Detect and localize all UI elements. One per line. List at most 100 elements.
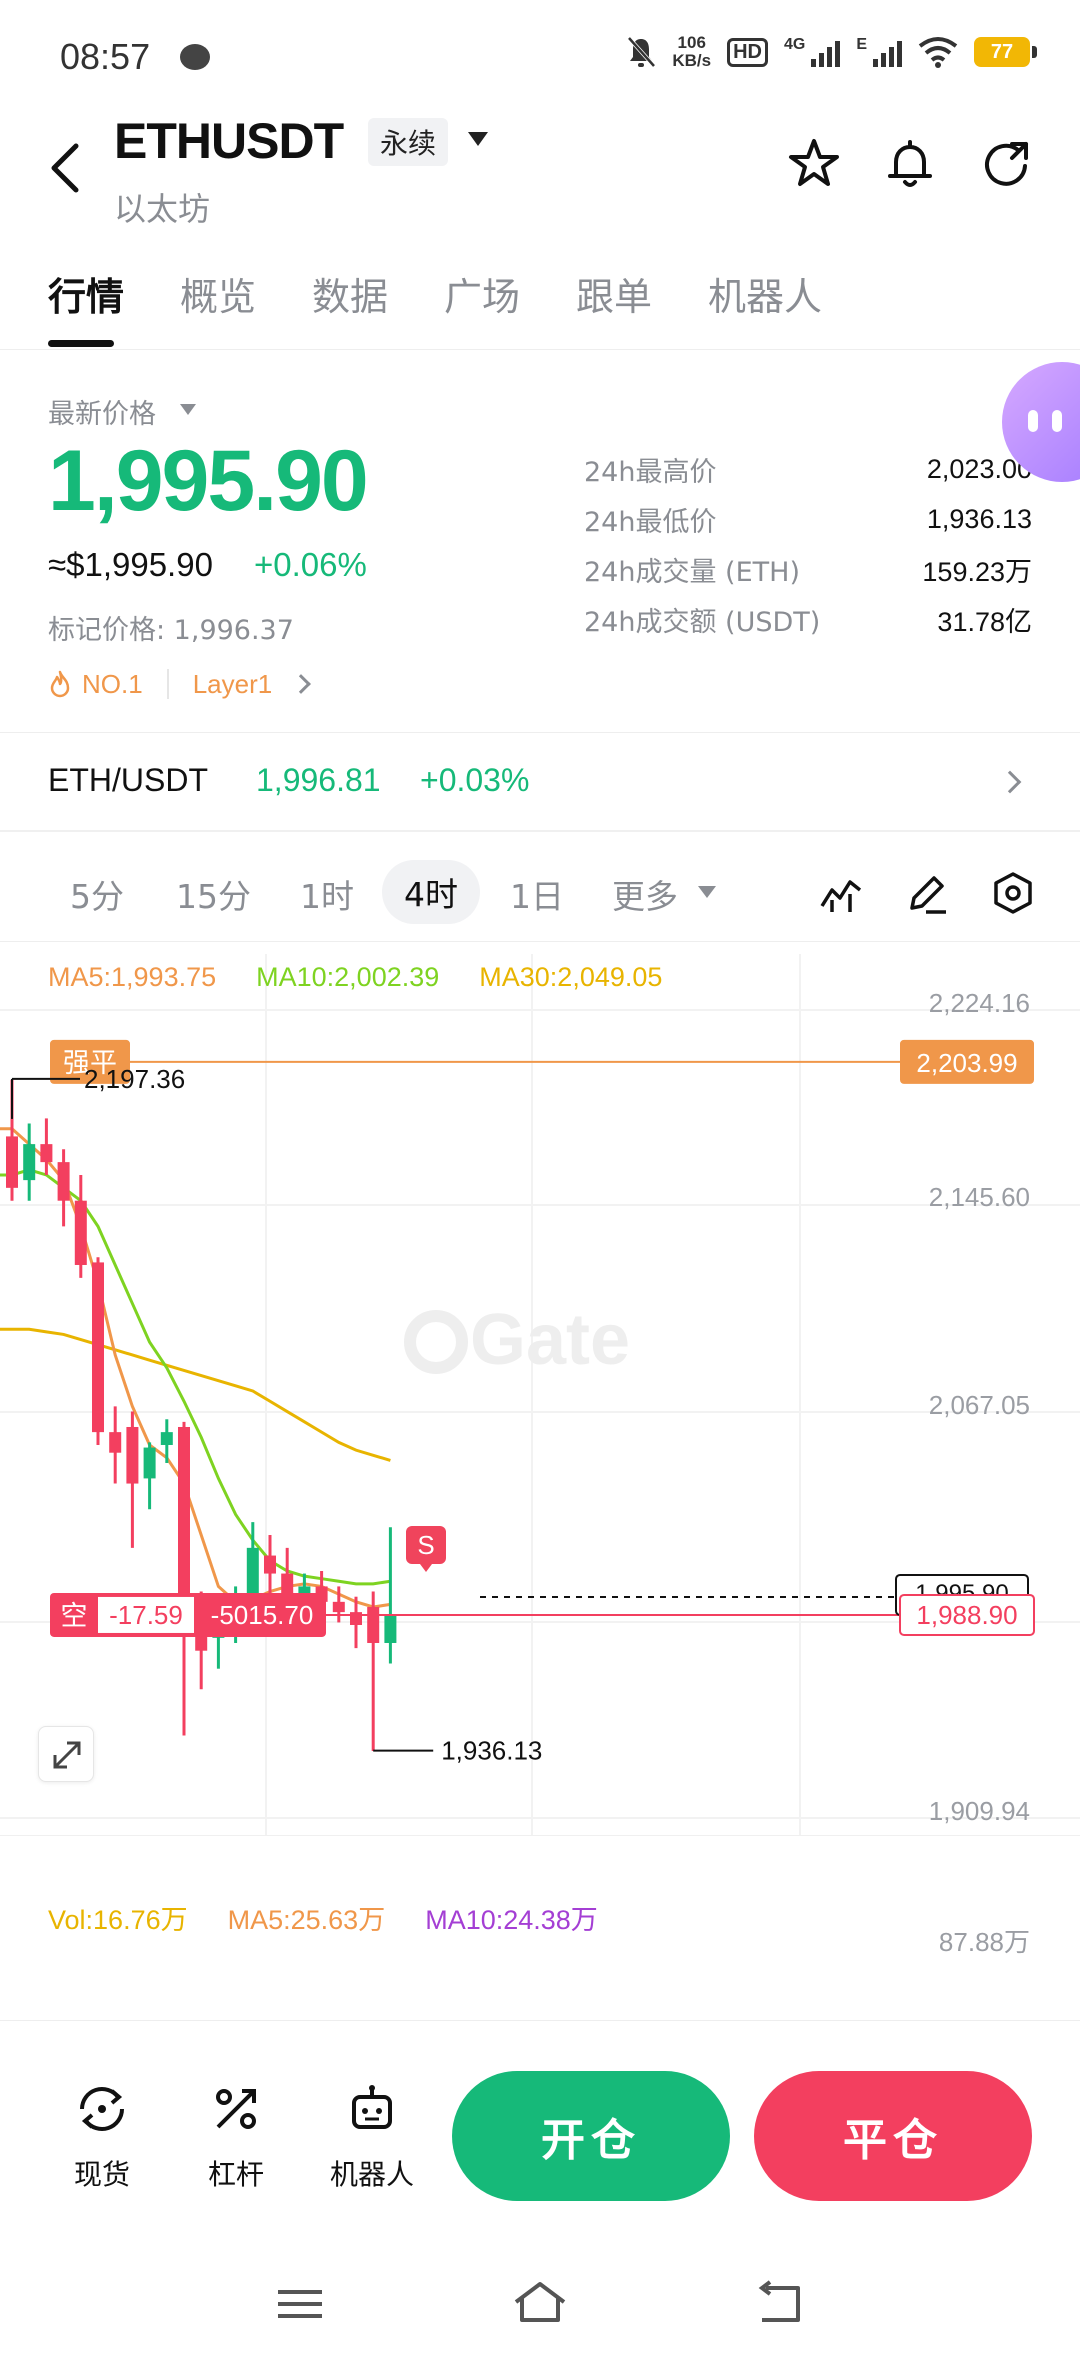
stat-row: 24h成交量 (ETH) 159.23万 [584, 544, 1032, 594]
signal-2-icon [873, 37, 902, 67]
pair-subtitle: 以太坊 [114, 190, 211, 228]
candle-body [246, 1547, 259, 1600]
pair-dropdown-caret-icon[interactable] [468, 132, 488, 146]
position-side: 空 [61, 1601, 88, 1631]
mark-price: 标记价格: 1,996.37 [48, 615, 294, 646]
chevron-right-icon[interactable] [291, 674, 312, 694]
draw-pencil-icon[interactable] [904, 870, 950, 916]
candle-body [74, 1200, 87, 1265]
indicator-icon[interactable] [818, 870, 864, 916]
system-navigation-bar [0, 2232, 1080, 2376]
divider [0, 830, 1080, 832]
volume-legend: Vol:16.76万 MA5:25.63万 MA10:24.38万 [48, 1898, 598, 1937]
liquidation-price: 2,203.99 [916, 1048, 1017, 1078]
bottom-action-bar: 现货 杠杆 机器人 开仓 平仓 [0, 2020, 1080, 2220]
tab-overview[interactable]: 概览 [180, 266, 256, 321]
home-icon[interactable] [510, 2276, 570, 2332]
interval-1d[interactable]: 1日 [510, 870, 564, 918]
candle-body [178, 1426, 190, 1613]
pair-header: ETHUSDT 永续 以太坊 [0, 100, 1080, 240]
candle-body [143, 1447, 156, 1479]
latest-price-label[interactable]: 最新价格 [48, 392, 156, 431]
sell-signal-label: S [417, 1530, 434, 1560]
close-position-button[interactable]: 平仓 [754, 2071, 1032, 2201]
spot-label: 现货 [73, 2158, 130, 2191]
back-arrow-icon[interactable] [44, 138, 88, 198]
position-pnl: -5015.70 [211, 1600, 314, 1630]
chart-settings-icon[interactable] [990, 870, 1036, 916]
bot-label: 机器人 [329, 2158, 414, 2191]
leverage-button[interactable]: 杠杆 [186, 2081, 286, 2193]
candle-body [92, 1262, 104, 1433]
stat-row: 24h成交额 (USDT) 31.78亿 [584, 594, 1032, 644]
price-type-caret-icon[interactable] [180, 404, 196, 415]
spot-price: 1,996.81 [256, 762, 381, 798]
pair-title[interactable]: ETHUSDT [114, 112, 344, 170]
low-marker-label: 1,936.13 [441, 1736, 542, 1766]
favorite-star-icon[interactable] [786, 136, 842, 192]
interval-15m[interactable]: 15分 [176, 870, 251, 918]
tab-square[interactable]: 广场 [444, 266, 520, 321]
wifi-icon [918, 37, 958, 68]
rank-tag-label: NO.1 [82, 668, 143, 699]
expand-arrows-icon [53, 1741, 81, 1769]
usd-price: ≈$1,995.90 [48, 546, 213, 583]
sell-signal-pointer [420, 1564, 432, 1572]
interval-1h[interactable]: 1时 [300, 870, 354, 918]
net-speed-value: 106 [677, 33, 706, 52]
net-type-2: E [856, 36, 867, 53]
tab-market[interactable]: 行情 [48, 266, 124, 321]
spot-pair-row[interactable]: ETH/USDT 1,996.81 +0.03% [0, 748, 1080, 818]
contract-type-tag[interactable]: 永续 [368, 118, 449, 166]
kline-chart[interactable]: Gate2,224.162,145.602,067.051,909.94强平 2,… [0, 954, 1080, 1836]
candle-body [23, 1144, 36, 1181]
price-change: +0.06% [254, 546, 367, 583]
back-icon[interactable] [750, 2276, 810, 2332]
net-speed-unit: KB/s [672, 51, 712, 70]
open-position-button[interactable]: 开仓 [452, 2071, 730, 2201]
candle-body [160, 1432, 173, 1445]
battery-icon: 77 [974, 37, 1037, 67]
mute-bell-icon [627, 36, 656, 68]
interval-4h[interactable]: 4时 [382, 860, 480, 924]
y-tick-label: 2,067.05 [929, 1390, 1030, 1420]
y-tick-label: 2,224.16 [929, 988, 1030, 1018]
chevron-right-icon[interactable] [998, 770, 1022, 794]
stat-label: 24h成交量 (ETH) [584, 556, 800, 588]
leverage-icon [216, 2089, 256, 2129]
candle-body [384, 1614, 397, 1643]
spot-icon [80, 2087, 124, 2131]
interval-more[interactable]: 更多 [612, 870, 678, 918]
active-tab-indicator [48, 340, 114, 347]
candle-body [332, 1601, 345, 1613]
rank-tag[interactable]: NO.1 [48, 669, 143, 700]
more-caret-icon[interactable] [698, 886, 716, 898]
share-icon[interactable] [978, 136, 1034, 192]
tag-row[interactable]: NO.1 Layer1 [48, 664, 312, 704]
interval-5m[interactable]: 5分 [70, 870, 124, 918]
price-alert-bell-icon[interactable] [882, 136, 938, 192]
fire-icon [50, 670, 70, 698]
stat-row: 24h最低价 1,936.13 [584, 494, 1032, 544]
sector-tag[interactable]: Layer1 [193, 669, 273, 700]
stat-label: 24h成交额 (USDT) [584, 606, 821, 638]
bot-button[interactable]: 机器人 [322, 2081, 422, 2193]
y-tick-label: 1,909.94 [929, 1796, 1030, 1826]
ma30-line [0, 1327, 391, 1462]
recent-apps-icon[interactable] [270, 2276, 330, 2332]
stat-value: 31.78亿 [937, 606, 1032, 637]
candle-body [40, 1144, 53, 1163]
fullscreen-expand-icon[interactable] [38, 1726, 94, 1782]
spot-button[interactable]: 现货 [52, 2081, 152, 2193]
watermark-icon [404, 1310, 468, 1374]
tab-copy-trading[interactable]: 跟单 [576, 266, 652, 321]
ma30-value: MA30:2,049.05 [479, 962, 663, 992]
chat-notification-icon [180, 44, 210, 70]
spot-pair-name: ETH/USDT [48, 762, 208, 798]
spot-change: +0.03% [420, 762, 530, 798]
status-icons: 106 KB/s HD 4G E 77 [626, 33, 1037, 70]
tab-bots[interactable]: 机器人 [708, 266, 822, 321]
stat-value: 159.23万 [922, 556, 1032, 587]
tab-data[interactable]: 数据 [312, 266, 388, 321]
candle-body [264, 1555, 276, 1574]
